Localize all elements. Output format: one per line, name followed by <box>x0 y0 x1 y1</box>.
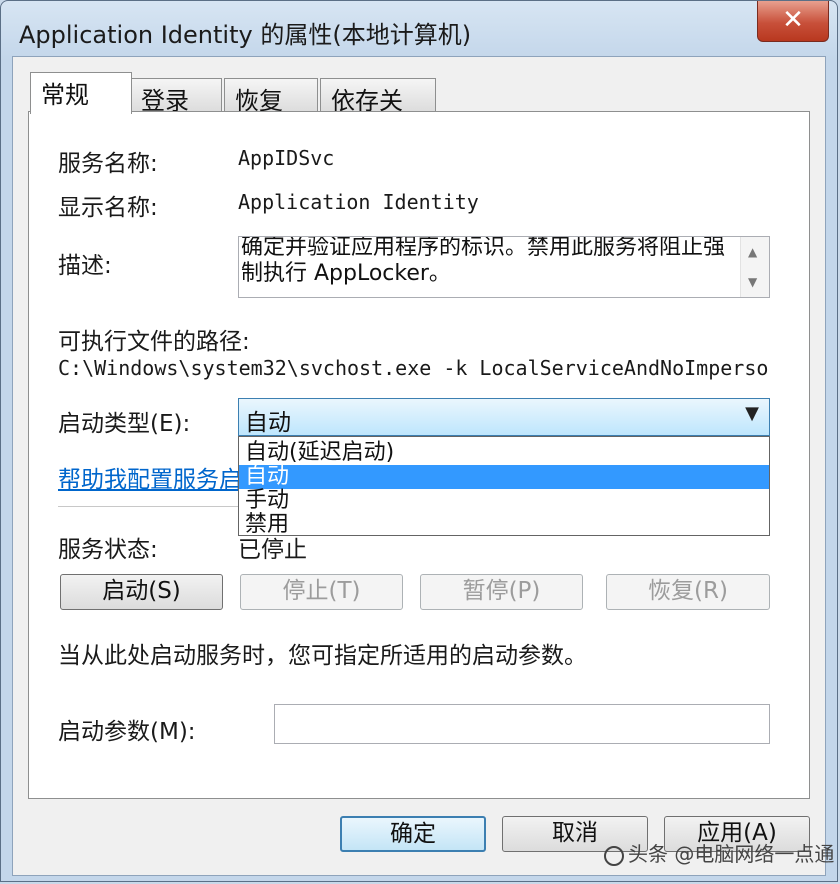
startup-option-auto[interactable]: 自动 <box>239 465 769 489</box>
window-title: Application Identity 的属性(本地计算机) <box>19 21 472 49</box>
service-status-label: 服务状态: <box>58 537 158 563</box>
watermark-text: 头条 @电脑网络一点通 <box>628 842 835 866</box>
ok-button[interactable]: 确定 <box>340 816 486 852</box>
service-name-value: AppIDSvc <box>238 146 335 170</box>
stop-button[interactable]: 停止(T) <box>240 574 403 610</box>
startup-type-dropdown: 自动(延迟启动) 自动 手动 禁用 <box>238 436 770 537</box>
description-box[interactable]: 确定并验证应用程序的标识。禁用此服务将阻止强制执行 AppLocker。 ▲ ▼ <box>238 236 770 298</box>
description-scrollbar[interactable]: ▲ ▼ <box>740 237 769 297</box>
startup-type-label: 启动类型(E): <box>58 411 191 437</box>
start-button[interactable]: 启动(S) <box>60 574 223 610</box>
close-button[interactable]: ✕ <box>757 1 829 42</box>
startup-option-disabled[interactable]: 禁用 <box>239 513 769 537</box>
start-params-label: 启动参数(M): <box>58 719 196 745</box>
display-name-label: 显示名称: <box>58 195 158 221</box>
startup-type-select[interactable]: 自动 ▼ <box>238 398 770 436</box>
description-label: 描述: <box>58 253 112 279</box>
tab-general[interactable]: 常规 <box>30 72 132 114</box>
watermark: 头条 @电脑网络一点通 <box>604 838 834 867</box>
resume-button[interactable]: 恢复(R) <box>606 574 770 610</box>
path-value: C:\Windows\system32\svchost.exe -k Local… <box>58 356 770 380</box>
start-params-hint: 当从此处启动服务时，您可指定所适用的启动参数。 <box>58 643 587 669</box>
tab-dependencies[interactable]: 依存关系 <box>320 78 436 150</box>
startup-option-auto-delayed[interactable]: 自动(延迟启动) <box>239 441 769 465</box>
service-name-label: 服务名称: <box>58 151 158 177</box>
watermark-logo-icon <box>604 845 624 866</box>
startup-option-manual[interactable]: 手动 <box>239 489 769 513</box>
path-label: 可执行文件的路径: <box>58 329 250 355</box>
tab-logon[interactable]: 登录 <box>130 78 222 115</box>
startup-type-value: 自动 <box>245 410 291 436</box>
description-text: 确定并验证应用程序的标识。禁用此服务将阻止强制执行 AppLocker。 <box>241 236 726 286</box>
start-params-input[interactable] <box>274 704 770 744</box>
scroll-up-icon[interactable]: ▲ <box>748 245 757 259</box>
close-icon: ✕ <box>782 5 804 35</box>
display-name-value: Application Identity <box>238 190 479 214</box>
pause-button[interactable]: 暂停(P) <box>420 574 583 610</box>
scroll-down-icon[interactable]: ▼ <box>748 275 757 289</box>
tab-recovery[interactable]: 恢复 <box>224 78 318 115</box>
help-configure-link[interactable]: 帮助我配置服务启 <box>58 460 242 494</box>
chevron-down-icon[interactable]: ▼ <box>745 403 759 424</box>
